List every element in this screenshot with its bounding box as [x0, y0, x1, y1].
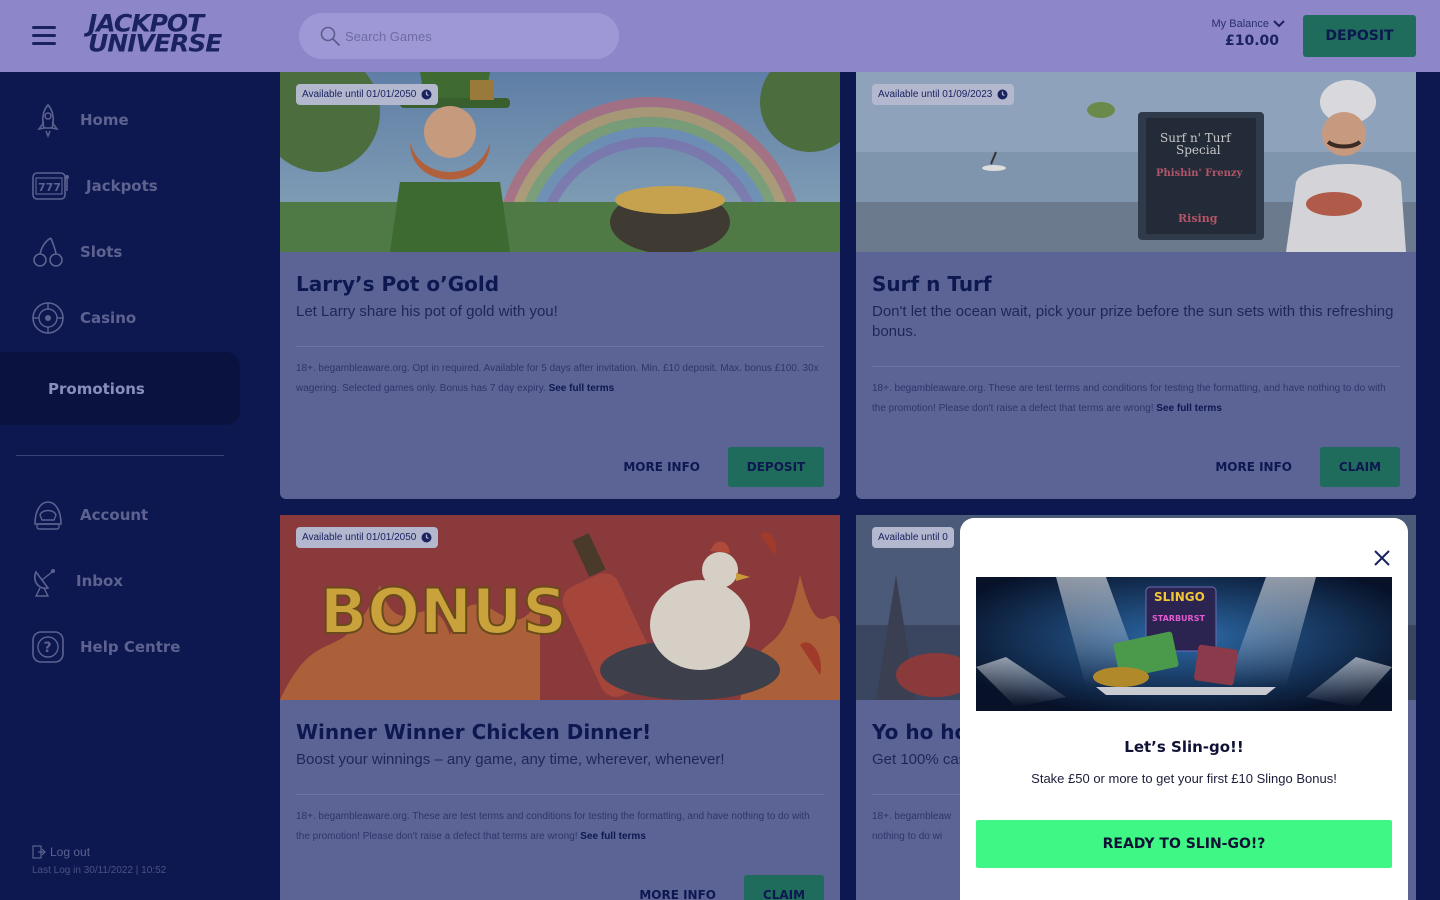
promotion-image-chef[interactable]: Surf n' Turf Special Phishin' Frenzy Ris… — [856, 72, 1416, 252]
logout-link[interactable]: Log out — [32, 845, 90, 859]
sidebar-item-account[interactable]: Account — [30, 495, 148, 535]
terms-text: 18+. begambleaware.org. These are test t… — [872, 383, 1386, 414]
see-full-terms-link[interactable]: See full terms — [1156, 403, 1222, 414]
sidebar-item-casino[interactable]: Casino — [30, 298, 136, 338]
sidebar-item-help-centre[interactable]: ? Help Centre — [30, 627, 180, 667]
more-info-button[interactable]: MORE INFO — [623, 460, 700, 474]
card-actions: MORE INFO CLAIM — [1215, 447, 1400, 487]
card-divider — [296, 346, 824, 347]
header-deposit-button[interactable]: DEPOSIT — [1303, 15, 1416, 57]
sidebar-item-jackpots[interactable]: 777 Jackpots — [30, 166, 158, 206]
availability-badge: Available until 01/01/2050 — [296, 84, 439, 105]
modal-text: Stake £50 or more to get your first £10 … — [1031, 771, 1337, 786]
promotion-card-larrys-pot-o-gold: Available until 01/01/2050 Larry’s Pot o… — [280, 72, 840, 499]
sidebar-item-label: Account — [80, 506, 149, 524]
promotion-title: Winner Winner Chicken Dinner! — [296, 720, 652, 744]
terms-text: 18+. begambleaware.org. These are test t… — [296, 811, 810, 842]
image-text: BONUS — [320, 575, 567, 648]
sidebar-item-label: Jackpots — [86, 177, 158, 195]
promotion-title: Surf n Turf — [872, 272, 992, 296]
card-divider — [872, 366, 1400, 367]
sidebar-item-inbox[interactable]: Inbox — [30, 561, 123, 601]
promotion-terms: 18+. begambleaware.org. These are test t… — [872, 379, 1400, 419]
svg-text:777: 777 — [38, 181, 61, 194]
sidebar-item-label: Inbox — [76, 572, 123, 590]
sidebar-item-label: Home — [80, 111, 129, 129]
availability-text: Available until 01/01/2050 — [302, 532, 417, 543]
balance-label: My Balance — [1211, 18, 1269, 30]
promotion-title: Larry’s Pot o’Gold — [296, 272, 500, 296]
image-text: Phishin' Frenzy — [1156, 168, 1244, 179]
promotion-card-winner-chicken-dinner: BONUS Available until 01/01/2050 Winner … — [280, 515, 840, 900]
svg-text:?: ? — [44, 640, 52, 656]
sidebar-item-label: Promotions — [48, 379, 145, 398]
sidebar-item-home[interactable]: Home — [30, 100, 129, 140]
clock-icon — [997, 89, 1008, 100]
claim-button[interactable]: CLAIM — [744, 875, 824, 900]
more-info-button[interactable]: MORE INFO — [1215, 460, 1292, 474]
promotion-subtitle: Boost your winnings – any game, any time… — [296, 751, 725, 768]
promotion-subtitle: Let Larry share his pot of gold with you… — [296, 303, 558, 320]
sidebar-item-promotions[interactable]: Promotions — [0, 352, 240, 425]
sidebar-divider — [16, 455, 224, 456]
claim-button[interactable]: CLAIM — [1320, 447, 1400, 487]
top-header: JACKPOT UNIVERSE My Balance £10.00 DEPOS… — [0, 0, 1440, 72]
sidebar-item-label: Slots — [80, 243, 123, 261]
search-input[interactable] — [345, 28, 595, 44]
modal-title: Let’s Slin-go!! — [1124, 738, 1244, 756]
image-text: Special — [1176, 143, 1221, 157]
slingo-promo-modal: SLINGO STARBURST Let’s Slin-go!! Stake £… — [960, 518, 1408, 900]
hamburger-menu-icon[interactable] — [32, 26, 56, 46]
sidebar-item-label: Casino — [80, 309, 137, 327]
card-divider — [296, 794, 824, 795]
satellite-dish-icon — [30, 563, 62, 599]
image-text: Rising — [1178, 212, 1218, 225]
availability-badge: Available until 01/01/2050 — [296, 527, 439, 548]
close-icon[interactable] — [1372, 548, 1392, 568]
help-question-icon: ? — [30, 629, 66, 665]
card-actions: MORE INFO CLAIM — [639, 875, 824, 900]
astronaut-helmet-icon — [30, 497, 66, 533]
promotion-subtitle: Don't let the ocean wait, pick your priz… — [872, 303, 1394, 340]
availability-text: Available until 01/01/2050 — [302, 89, 417, 100]
promotion-card-surf-n-turf: Surf n' Turf Special Phishin' Frenzy Ris… — [856, 72, 1416, 499]
availability-text: Available until 01/09/2023 — [878, 89, 993, 100]
deposit-button[interactable]: DEPOSIT — [728, 447, 824, 487]
search-bar[interactable] — [299, 13, 619, 59]
cherries-icon — [30, 234, 66, 270]
sidebar: Home 777 Jackpots Slots Casino Promotion… — [0, 72, 256, 900]
search-icon — [320, 26, 340, 46]
rocket-icon — [30, 102, 66, 138]
slingo-banner-image: SLINGO STARBURST — [976, 577, 1392, 711]
ready-to-slingo-button[interactable]: READY TO SLIN-GO!? — [976, 820, 1392, 868]
logout-icon — [32, 845, 46, 859]
chevron-down-icon[interactable] — [1273, 20, 1285, 28]
promotion-image-leprechaun[interactable]: Available until 01/01/2050 — [280, 72, 840, 252]
clock-icon — [421, 532, 432, 543]
logo-line-2: UNIVERSE — [88, 29, 222, 58]
banner-text: SLINGO — [1154, 590, 1205, 604]
promotion-terms: 18+. begambleaware.org. These are test t… — [296, 807, 824, 847]
last-login-info: Last Log in 30/11/2022 | 10:52 — [32, 865, 167, 876]
balance-amount: £10.00 — [1224, 33, 1279, 49]
sidebar-item-label: Help Centre — [80, 638, 181, 656]
jackpot-universe-logo[interactable]: JACKPOT UNIVERSE — [88, 12, 238, 58]
availability-text: Available until 0 — [878, 532, 948, 543]
promotion-image-chicken[interactable]: BONUS Available until 01/01/2050 — [280, 515, 840, 700]
sidebar-item-slots[interactable]: Slots — [30, 232, 122, 272]
roulette-icon — [30, 300, 66, 336]
promotion-terms: 18+. begambleaware.org. Opt in required.… — [296, 359, 824, 399]
banner-text: STARBURST — [1152, 614, 1205, 623]
card-actions: MORE INFO DEPOSIT — [623, 447, 824, 487]
balance-widget[interactable]: My Balance £10.00 — [1195, 18, 1285, 49]
availability-badge: Available until 0 — [872, 527, 954, 548]
slot-777-icon: 777 — [30, 168, 72, 204]
logout-label: Log out — [50, 845, 91, 859]
see-full-terms-link[interactable]: See full terms — [580, 831, 646, 842]
clock-icon — [421, 89, 432, 100]
more-info-button[interactable]: MORE INFO — [639, 888, 716, 900]
availability-badge: Available until 01/09/2023 — [872, 84, 1015, 105]
see-full-terms-link[interactable]: See full terms — [549, 383, 615, 394]
